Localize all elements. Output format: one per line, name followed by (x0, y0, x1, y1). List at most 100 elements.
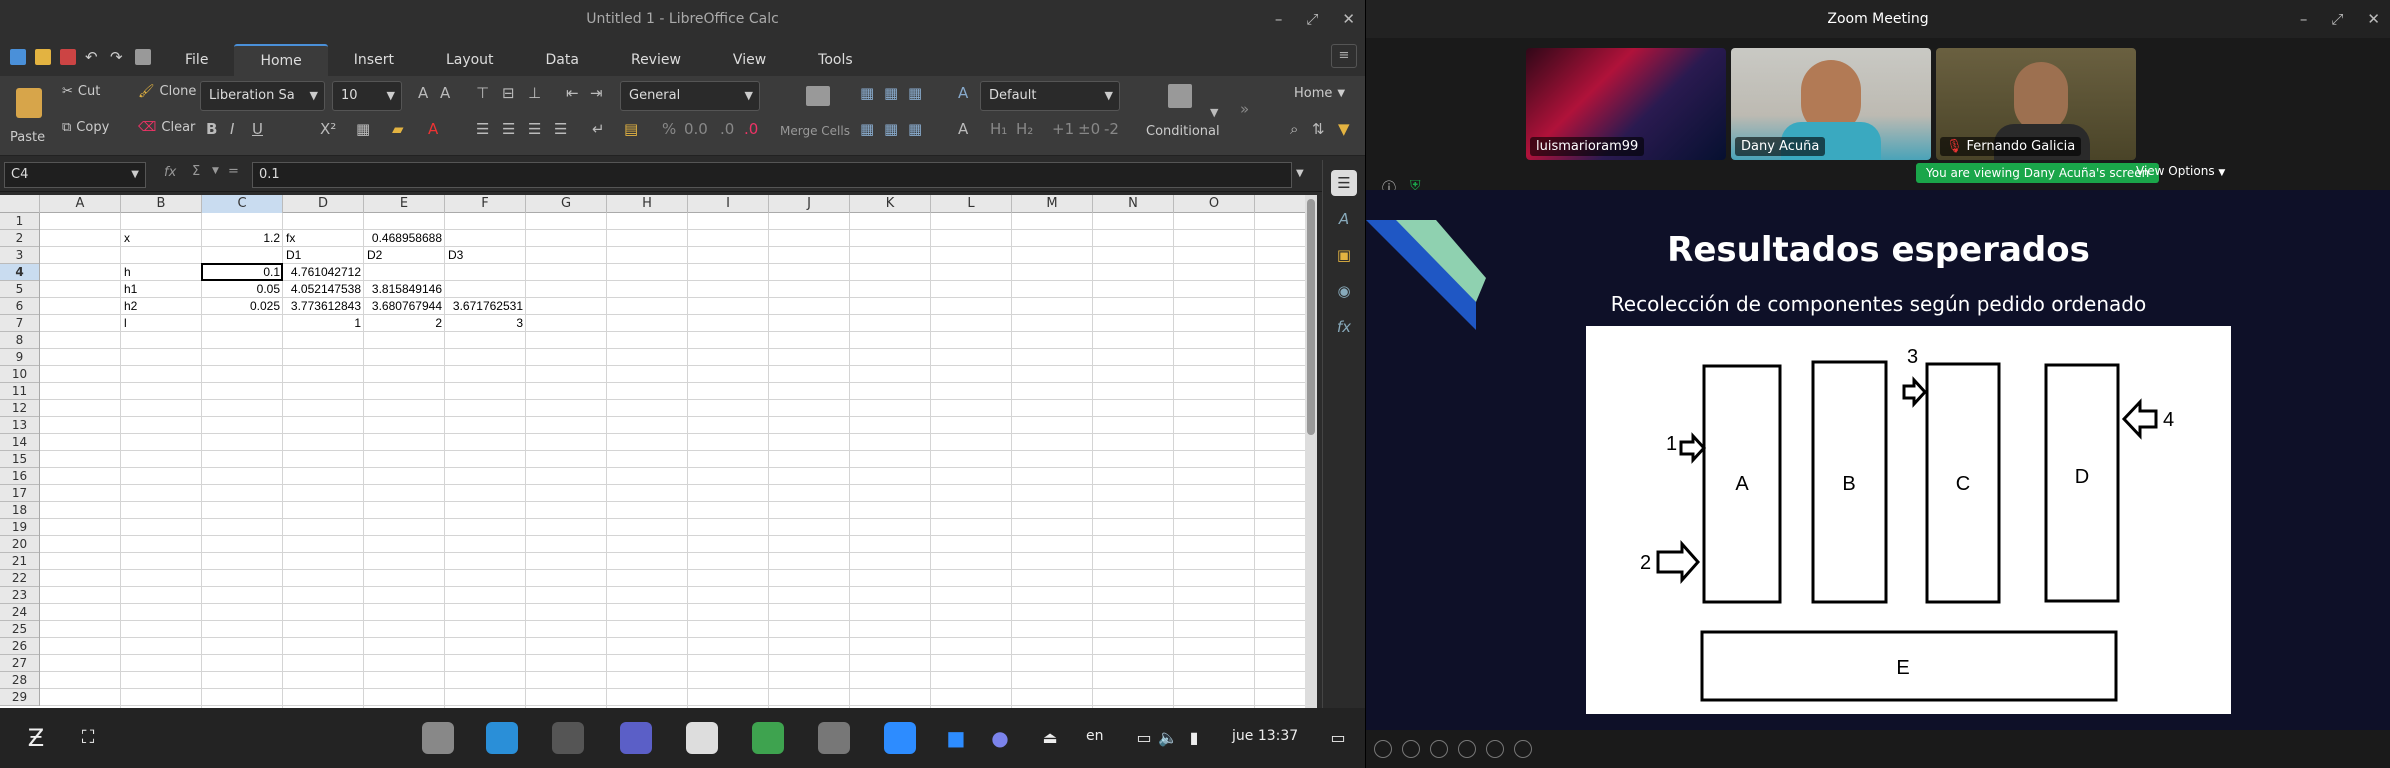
cell-f3[interactable]: D3 (445, 247, 526, 264)
tab-layout[interactable]: Layout (420, 44, 520, 76)
row-header-4[interactable]: 4 (0, 264, 39, 281)
keyboard-language[interactable]: en (1086, 728, 1104, 744)
cell-c6[interactable]: 0.025 (202, 298, 283, 315)
column-header-d[interactable]: D (283, 195, 364, 213)
terminal-icon[interactable] (552, 722, 584, 754)
paste-button[interactable] (16, 88, 42, 118)
cell-d7[interactable]: 1 (283, 315, 364, 332)
software-store-icon[interactable] (486, 722, 518, 754)
row-header-18[interactable]: 18 (0, 502, 39, 519)
cell-d3[interactable]: D1 (283, 247, 364, 264)
column-header-b[interactable]: B (121, 195, 202, 213)
heading2-icon[interactable]: H₂ (1016, 120, 1033, 138)
tab-file[interactable]: File (159, 44, 234, 76)
battery-icon[interactable]: ▮ (1178, 722, 1210, 754)
font-a-icon[interactable]: A (958, 120, 968, 138)
settings-icon[interactable] (818, 722, 850, 754)
column-header-a[interactable]: A (40, 195, 121, 213)
scrollbar-thumb[interactable] (1307, 199, 1315, 435)
row-header-23[interactable]: 23 (0, 587, 39, 604)
column-header-f[interactable]: F (445, 195, 526, 213)
show-desktop-icon[interactable]: ▭ (1322, 722, 1354, 754)
tab-home[interactable]: Home (234, 44, 328, 76)
cell-b7[interactable]: l (121, 315, 202, 332)
tab-tools[interactable]: Tools (792, 44, 879, 76)
column-header-e[interactable]: E (364, 195, 445, 213)
wrap-text-icon[interactable]: ↵ (592, 120, 605, 138)
restore-icon[interactable]: ⤢ (1306, 10, 1318, 28)
styles-sidebar-icon[interactable]: A (1331, 206, 1357, 232)
formula-input[interactable]: 0.1 (252, 162, 1292, 188)
tab-review[interactable]: Review (605, 44, 707, 76)
cell-style-combo[interactable]: Default ▼ (980, 81, 1120, 111)
zoom-icon[interactable] (1486, 740, 1504, 758)
libreoffice-calc-icon[interactable] (752, 722, 784, 754)
plus0-icon[interactable]: ±0 (1078, 120, 1100, 138)
delete-decimal-icon[interactable]: .0 (744, 120, 758, 138)
home-menu-button[interactable]: Home ▼ (1294, 86, 1345, 101)
tab-view[interactable]: View (707, 44, 792, 76)
zorin-menu-icon[interactable]: Ƶ (20, 722, 52, 754)
minimize-icon[interactable]: – (1275, 10, 1283, 28)
participant-video[interactable]: 🎙 Fernando Galicia (1936, 48, 2136, 160)
font-name-combo[interactable]: Liberation Sa ▼ (200, 81, 325, 111)
clone-button[interactable]: 🖌 Clone (138, 84, 196, 99)
column-header-k[interactable]: K (850, 195, 931, 213)
row-header-13[interactable]: 13 (0, 417, 39, 434)
row-header-21[interactable]: 21 (0, 553, 39, 570)
new-doc-icon[interactable] (10, 49, 26, 65)
row-header-24[interactable]: 24 (0, 604, 39, 621)
formula-icon[interactable]: = (228, 164, 239, 179)
styles-icon-5[interactable]: ▦ (884, 120, 898, 138)
minimize-icon[interactable]: – (2300, 10, 2308, 28)
clear-button[interactable]: ⌫ Clear (138, 120, 195, 135)
participant-video[interactable]: luismarioram99 (1526, 48, 1726, 160)
fullscreen-icon[interactable]: ⛶ (72, 722, 104, 754)
add-decimal-icon[interactable]: .0 (720, 120, 734, 138)
shrink-font-icon[interactable]: A (440, 84, 450, 102)
document-viewer-icon[interactable] (686, 722, 718, 754)
borders-icon[interactable]: ▦ (356, 120, 370, 138)
cell-area[interactable]: x 1.2 fx 0.468958688 D1 D2 D3 h 0.1 4.761042712 h1… (40, 213, 1305, 708)
gallery-icon[interactable]: ▣ (1331, 242, 1357, 268)
conditional-format-icon[interactable] (1168, 84, 1192, 108)
cut-button[interactable]: ✂ Cut (62, 84, 100, 99)
styles-icon[interactable]: ▦ (860, 84, 874, 102)
open-folder-icon[interactable] (35, 49, 51, 65)
cell-c2[interactable]: 1.2 (202, 230, 283, 247)
copy-button[interactable]: ⧉ Copy (62, 120, 109, 135)
number-format-combo[interactable]: General ▼ (620, 81, 760, 111)
percent-icon[interactable]: % (662, 120, 676, 138)
highlight-icon[interactable]: ▰ (392, 120, 404, 138)
column-header-j[interactable]: J (769, 195, 850, 213)
row-header-2[interactable]: 2 (0, 230, 39, 247)
row-header-10[interactable]: 10 (0, 366, 39, 383)
teams-icon[interactable] (620, 722, 652, 754)
next-icon[interactable] (1402, 740, 1420, 758)
cell-b2[interactable]: x (121, 230, 202, 247)
align-top-icon[interactable]: ⊤ (476, 84, 489, 102)
align-left-icon[interactable]: ☰ (476, 120, 489, 138)
number-format-icon[interactable]: 0.0 (684, 120, 708, 138)
close-icon[interactable]: ✕ (2367, 10, 2380, 28)
styles-icon-6[interactable]: ▦ (908, 120, 922, 138)
justify-icon[interactable]: ☰ (554, 120, 567, 138)
cell-e2[interactable]: 0.468958688 (364, 230, 445, 247)
row-header-27[interactable]: 27 (0, 655, 39, 672)
expand-formula-icon[interactable]: ▼ (1296, 168, 1304, 179)
row-header-16[interactable]: 16 (0, 468, 39, 485)
row-header-12[interactable]: 12 (0, 400, 39, 417)
pen-icon[interactable] (1430, 740, 1448, 758)
styles-icon-4[interactable]: ▦ (860, 120, 874, 138)
cell-b4[interactable]: h (121, 264, 202, 281)
cell-f6[interactable]: 3.671762531 (445, 298, 526, 315)
functions-icon[interactable]: fx (1331, 314, 1357, 340)
close-icon[interactable]: ✕ (1342, 10, 1355, 28)
overflow-chevron-icon[interactable]: » (1240, 100, 1249, 118)
row-header-8[interactable]: 8 (0, 332, 39, 349)
print-icon[interactable] (135, 49, 151, 65)
row-header-1[interactable]: 1 (0, 213, 39, 230)
row-header-5[interactable]: 5 (0, 281, 39, 298)
zoom-tray-icon[interactable]: ■ (940, 722, 972, 754)
teams-tray-icon[interactable]: ● (984, 722, 1016, 754)
